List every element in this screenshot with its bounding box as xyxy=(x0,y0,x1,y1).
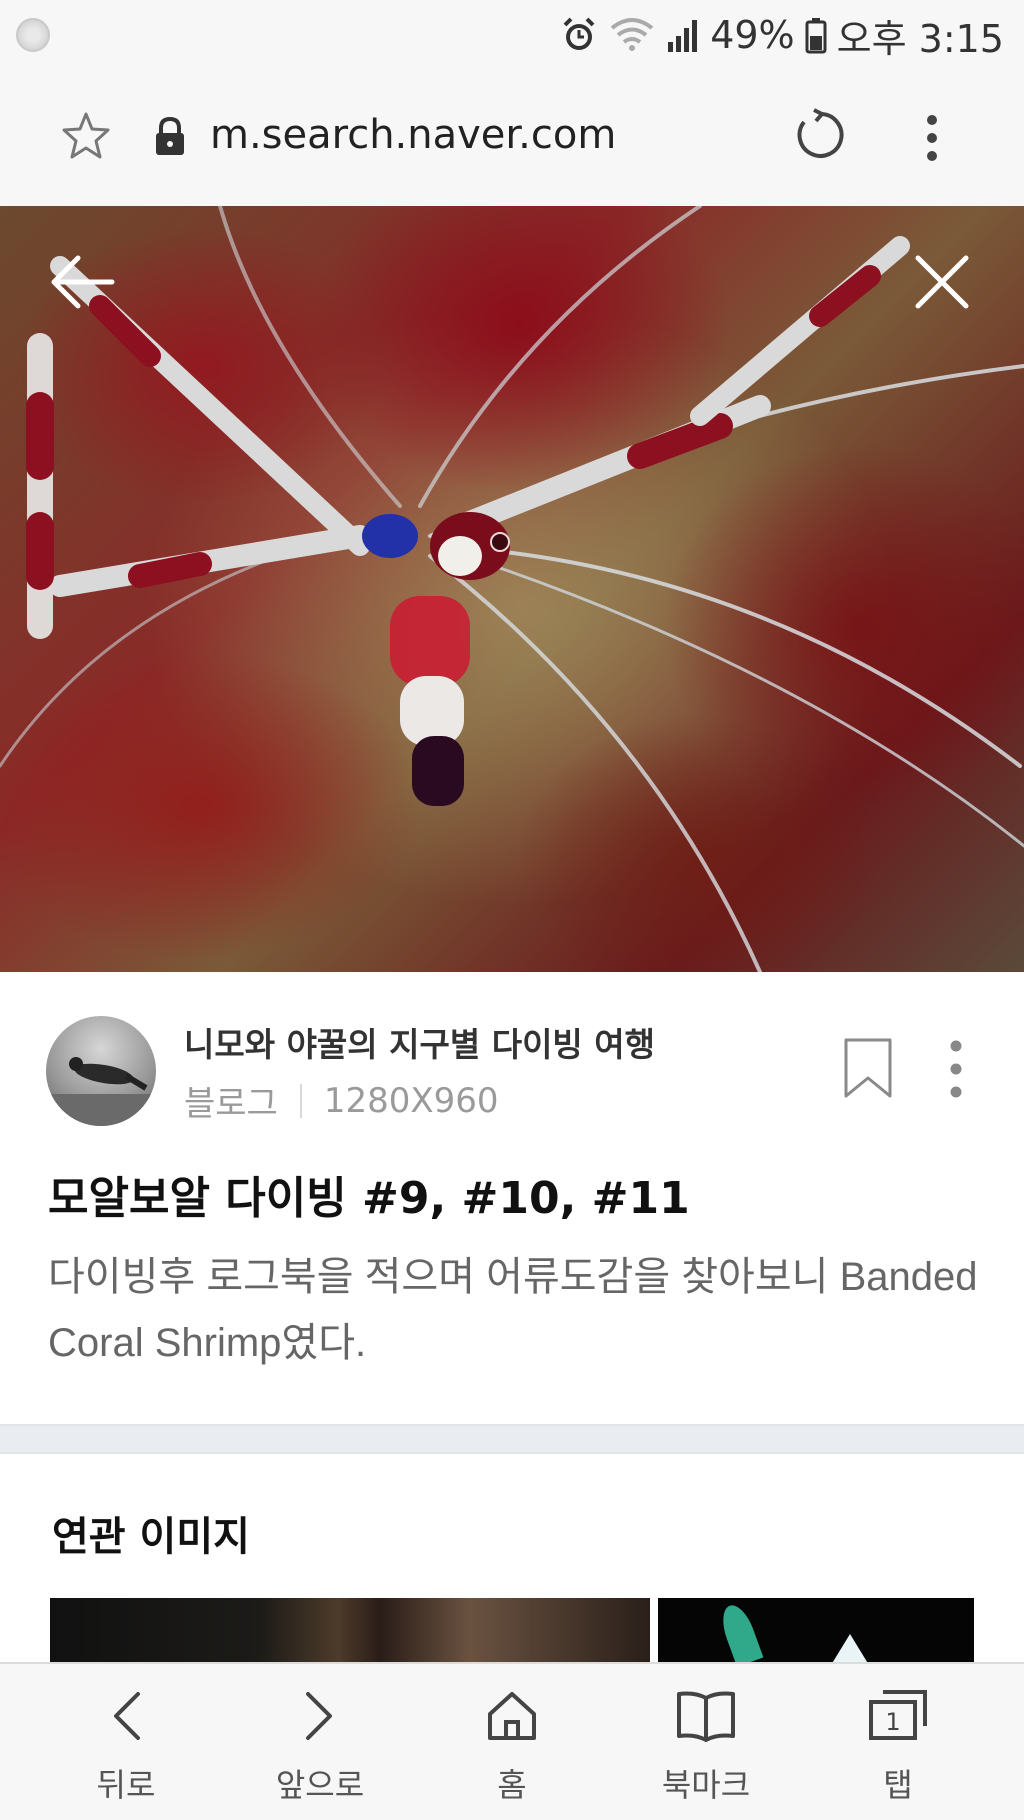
nav-bookmarks-button[interactable]: 북마크 xyxy=(626,1664,786,1820)
status-bar: 49% 오후 3:15 xyxy=(0,0,1024,70)
source-name[interactable]: 니모와 야꿀의 지구별 다이빙 여행 xyxy=(184,1018,655,1066)
thumb-detail xyxy=(716,1601,764,1664)
more-vert-icon[interactable] xyxy=(920,114,944,166)
battery-icon xyxy=(805,16,827,54)
home-icon xyxy=(484,1688,540,1748)
tabs-count: 1 xyxy=(885,1708,900,1736)
signal-icon xyxy=(666,16,700,54)
chevron-right-icon xyxy=(300,1688,340,1748)
alarm-icon xyxy=(560,16,598,54)
related-images: 연관 이미지 xyxy=(0,1454,1024,1664)
image-dimensions: 1280X960 xyxy=(323,1080,499,1121)
chevron-left-icon xyxy=(106,1688,146,1748)
source-type: 블로그 xyxy=(184,1084,278,1124)
clock: 오후 3:15 xyxy=(836,16,1004,61)
notification-icon xyxy=(16,18,50,52)
thumb-detail xyxy=(828,1634,872,1664)
source-meta: 블로그 1280X960 xyxy=(184,1076,499,1125)
lock-icon xyxy=(152,116,188,160)
wifi-icon xyxy=(608,16,656,54)
battery-percent: 49% xyxy=(710,13,795,57)
nav-tabs-button[interactable]: 1 탭 xyxy=(818,1664,978,1820)
address-bar: m.search.naver.com xyxy=(0,70,1024,206)
section-divider xyxy=(0,1424,1024,1454)
shrimp-photo xyxy=(0,206,1024,972)
meta-separator xyxy=(299,1083,302,1118)
more-vert-icon[interactable] xyxy=(944,1038,968,1104)
reload-icon[interactable] xyxy=(792,108,846,166)
tabs-icon: 1 xyxy=(867,1688,929,1748)
related-images-title: 연관 이미지 xyxy=(52,1514,250,1560)
book-icon xyxy=(675,1688,737,1748)
main-image[interactable] xyxy=(0,206,1024,972)
related-image-thumb[interactable] xyxy=(658,1598,974,1664)
post-description[interactable]: 다이빙후 로그북을 적으며 어류도감을 찾아보니 Banded Coral Sh… xyxy=(48,1244,978,1376)
related-image-thumb[interactable] xyxy=(50,1598,650,1664)
close-icon[interactable] xyxy=(910,250,974,318)
nav-back-button[interactable]: 뒤로 xyxy=(46,1664,206,1820)
nav-forward-button[interactable]: 앞으로 xyxy=(240,1664,400,1820)
nav-home-label: 홈 xyxy=(497,1766,527,1804)
bottom-navigation: 뒤로 앞으로 홈 북마크 1 탭 xyxy=(0,1662,1024,1820)
nav-back-label: 뒤로 xyxy=(96,1766,156,1804)
nav-tabs-label: 탭 xyxy=(883,1766,913,1804)
bookmark-icon[interactable] xyxy=(842,1036,894,1104)
post-title[interactable]: 모알보알 다이빙 #9, #10, #11 xyxy=(48,1162,690,1226)
avatar[interactable] xyxy=(46,1016,156,1126)
url-text[interactable]: m.search.naver.com xyxy=(210,112,616,158)
image-info: 니모와 야꿀의 지구별 다이빙 여행 블로그 1280X960 모알보알 다이빙… xyxy=(0,972,1024,1424)
nav-home-button[interactable]: 홈 xyxy=(432,1664,592,1820)
back-arrow-icon[interactable] xyxy=(48,252,118,316)
status-icons: 49% 오후 3:15 xyxy=(560,10,1004,61)
nav-bookmarks-label: 북마크 xyxy=(661,1766,751,1804)
star-icon[interactable] xyxy=(60,110,112,166)
nav-forward-label: 앞으로 xyxy=(275,1766,365,1804)
